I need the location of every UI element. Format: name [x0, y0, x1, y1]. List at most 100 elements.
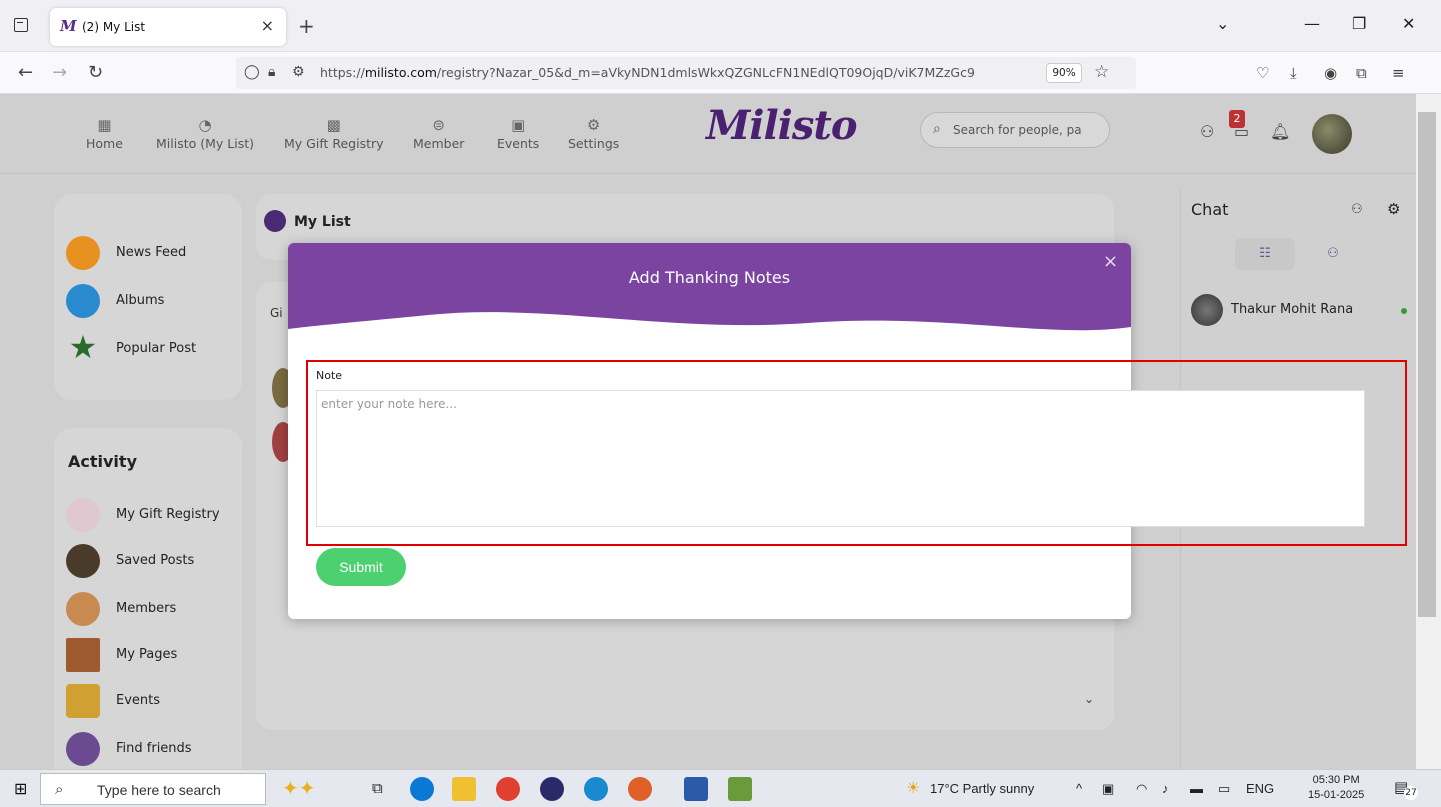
- page-scrollbar-thumb[interactable]: [1418, 112, 1436, 617]
- milisto-logo[interactable]: Milisto: [706, 102, 858, 149]
- edge-icon[interactable]: [584, 777, 608, 801]
- minimize-icon[interactable]: —: [1304, 14, 1320, 33]
- chat-tab-contacts[interactable]: ☷: [1235, 238, 1295, 270]
- reload-icon[interactable]: ↻: [88, 62, 103, 83]
- add-group-icon[interactable]: ⚇: [1351, 202, 1363, 217]
- saved-posts-icon: [66, 544, 100, 578]
- activity-item-find-friends[interactable]: Find friends: [66, 732, 236, 766]
- lock-icon[interactable]: 🔒︎: [268, 64, 275, 80]
- tab-close-icon[interactable]: ×: [261, 16, 274, 35]
- nav-events[interactable]: ▣ Events: [497, 116, 539, 151]
- tab-list-icon[interactable]: [14, 18, 28, 32]
- zoom-level[interactable]: 90%: [1046, 63, 1082, 83]
- back-arrow-icon[interactable]: ←: [18, 62, 33, 83]
- chat-user-avatar[interactable]: [1191, 294, 1223, 326]
- pocket-icon[interactable]: ♡: [1256, 64, 1269, 82]
- tab-title: (2) My List: [82, 20, 146, 34]
- weather-text[interactable]: 17°C Partly sunny: [930, 781, 1034, 796]
- url-text[interactable]: https://milisto.com/registry?Nazar_05&d_…: [320, 65, 1040, 80]
- nav-settings[interactable]: ⚙ Settings: [568, 116, 619, 151]
- profile-avatar[interactable]: [1312, 114, 1352, 154]
- language-indicator[interactable]: ENG: [1246, 781, 1274, 796]
- volume-icon[interactable]: ♪: [1162, 781, 1169, 796]
- firefox-icon[interactable]: [628, 777, 652, 801]
- account-icon[interactable]: ◉: [1324, 64, 1337, 82]
- nav-home[interactable]: ▦ Home: [86, 116, 123, 151]
- notepad-icon[interactable]: [728, 777, 752, 801]
- site-search[interactable]: ⌕ Search for people, pa: [920, 112, 1110, 148]
- menu-icon[interactable]: ≡: [1392, 64, 1405, 82]
- members-icon: [66, 592, 100, 626]
- highlight-annotation-box: [306, 360, 1407, 546]
- url-bar[interactable]: ◯ 🔒︎ ⚙︎ https://milisto.com/registry?Naz…: [236, 57, 1136, 89]
- megaphone-icon: [66, 236, 100, 270]
- chart-icon: ◔: [198, 116, 212, 134]
- taskbar-search-placeholder: Type here to search: [97, 782, 221, 798]
- nav-my-gift-registry[interactable]: ▩ My Gift Registry: [284, 116, 384, 151]
- browser-tab[interactable]: M (2) My List ×: [50, 8, 286, 46]
- download-icon[interactable]: ⤓: [1290, 64, 1297, 82]
- chat-settings-icon[interactable]: ⚙: [1387, 200, 1400, 218]
- extensions-icon[interactable]: ⧉: [1356, 64, 1367, 82]
- modal-title: Add Thanking Notes: [628, 268, 791, 287]
- clock[interactable]: 05:30 PM 15-01-2025: [1308, 773, 1364, 803]
- calendar-icon: ▣: [511, 116, 526, 134]
- restore-icon[interactable]: ❐: [1352, 14, 1366, 33]
- bookmark-star-icon[interactable]: ☆: [1094, 62, 1109, 82]
- modal-close-icon[interactable]: ×: [1103, 251, 1118, 272]
- browser-tab-bar: M (2) My List × + ⌄ — ❐ ✕: [0, 0, 1441, 52]
- window-close-icon[interactable]: ✕: [1402, 14, 1415, 33]
- star-icon: ★: [68, 328, 98, 366]
- search-icon: ⌕: [933, 121, 941, 137]
- activity-item-my-pages[interactable]: My Pages: [66, 638, 236, 672]
- scroll-down-icon[interactable]: ⌄: [1084, 692, 1094, 706]
- forward-arrow-icon[interactable]: →: [52, 62, 67, 83]
- add-friend-icon[interactable]: ⚇: [1200, 122, 1214, 141]
- tray-chevron-icon[interactable]: ^: [1076, 781, 1082, 796]
- new-tab-icon[interactable]: +: [298, 14, 315, 38]
- taskbar-search[interactable]: ⌕ Type here to search: [40, 773, 266, 805]
- permissions-icon[interactable]: ⚙︎: [292, 64, 305, 80]
- browser-nav-bar: ← → ↻ ◯ 🔒︎ ⚙︎ https://milisto.com/regist…: [0, 52, 1441, 94]
- word-icon[interactable]: [684, 777, 708, 801]
- gift-icon: [66, 498, 100, 532]
- chat-tab-groups[interactable]: ⚇: [1303, 238, 1363, 270]
- wifi-icon[interactable]: ◠: [1136, 781, 1147, 797]
- shield-icon[interactable]: ◯: [244, 64, 260, 80]
- sparkle-icon[interactable]: ✦✦: [282, 776, 316, 800]
- display-icon[interactable]: ▭: [1218, 781, 1230, 797]
- sidebar-item-albums[interactable]: Albums: [66, 284, 236, 318]
- activity-item-my-gift-registry[interactable]: My Gift Registry: [66, 498, 236, 532]
- online-indicator: [1401, 308, 1407, 314]
- activity-card: Activity My Gift Registry Saved Posts Me…: [54, 428, 242, 769]
- chat-user-name[interactable]: Thakur Mohit Rana: [1231, 302, 1353, 317]
- eclipse-icon[interactable]: [540, 777, 564, 801]
- grid-icon: ▦: [97, 116, 112, 134]
- battery-icon[interactable]: ▬: [1190, 781, 1203, 796]
- windows-start-icon[interactable]: ⊞: [14, 779, 27, 798]
- tab-overflow-chevron-icon[interactable]: ⌄: [1216, 14, 1229, 33]
- search-icon: ⌕: [55, 780, 64, 798]
- skype-icon[interactable]: [410, 777, 434, 801]
- nav-milisto-my-list[interactable]: ◔ Milisto (My List): [156, 116, 254, 151]
- albums-icon: [66, 284, 100, 318]
- chrome-icon[interactable]: [496, 777, 520, 801]
- search-placeholder: Search for people, pa: [953, 123, 1082, 137]
- gift-list-heading: Gi: [270, 306, 283, 320]
- messages-badge: 2: [1229, 110, 1245, 128]
- bell-icon[interactable]: 🔔︎: [1270, 122, 1290, 141]
- nav-member[interactable]: ⊜ Member: [413, 116, 464, 151]
- activity-item-events[interactable]: Events: [66, 684, 236, 718]
- flag-icon: [66, 638, 100, 672]
- activity-item-members[interactable]: Members: [66, 592, 236, 626]
- registry-icon: ▩: [326, 116, 341, 134]
- task-view-icon[interactable]: ⧉: [372, 779, 383, 797]
- list-icon: [264, 210, 286, 232]
- sidebar-item-news-feed[interactable]: News Feed: [66, 236, 236, 270]
- file-explorer-icon[interactable]: [452, 777, 476, 801]
- activity-item-saved-posts[interactable]: Saved Posts: [66, 544, 236, 578]
- tray-app-icon[interactable]: ▣: [1102, 781, 1114, 797]
- submit-button[interactable]: Submit: [316, 548, 406, 586]
- sidebar-item-popular-post[interactable]: ★ Popular Post: [66, 328, 236, 366]
- weather-icon[interactable]: ☀: [906, 778, 920, 797]
